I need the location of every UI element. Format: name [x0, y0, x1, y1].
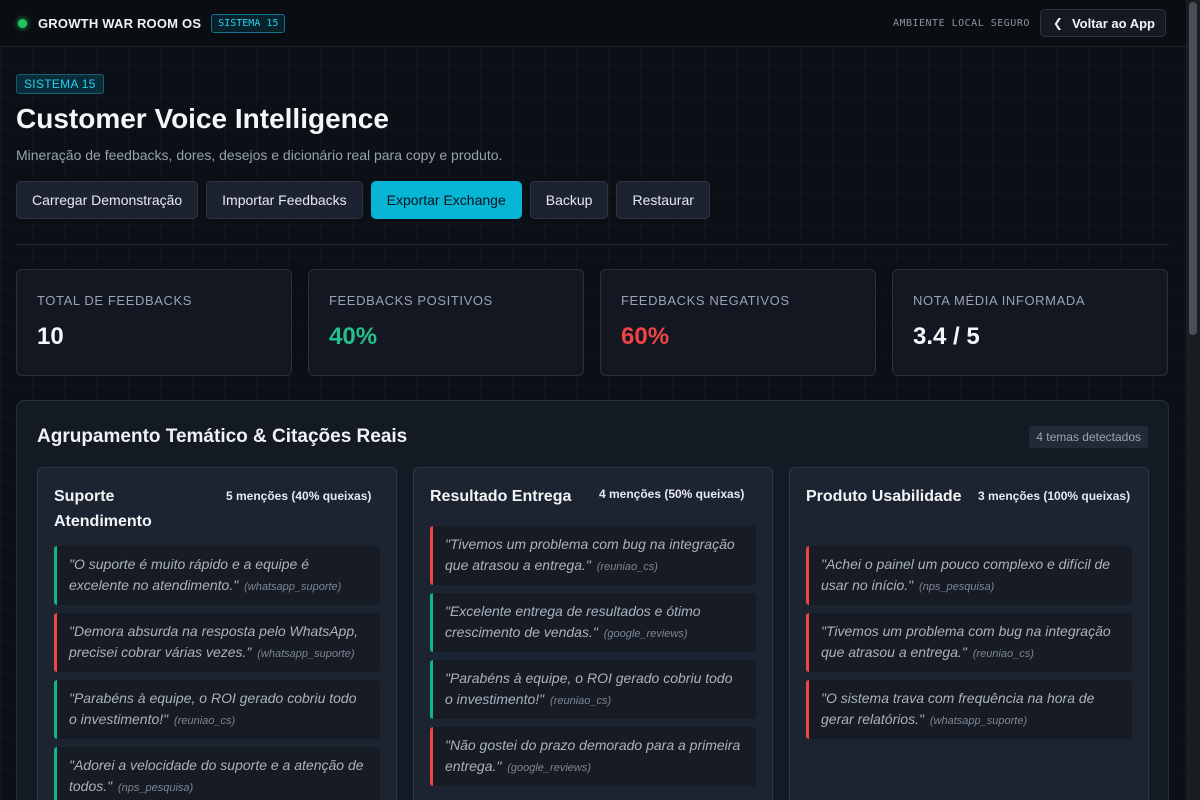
- app-title: GROWTH WAR ROOM OS: [38, 15, 202, 31]
- quote-item: "Achei o painel um pouco complexo e difí…: [806, 546, 1132, 605]
- theme-name: Suporte Atendimento: [54, 488, 152, 530]
- quote-list: "Tivemos um problema com bug na integraç…: [430, 526, 756, 786]
- quote-source: (google_reviews): [603, 627, 688, 640]
- quote-list: "O suporte é muito rápido e a equipe é e…: [54, 546, 380, 800]
- quote-item: "Parabéns à equipe, o ROI gerado cobriu …: [430, 660, 756, 719]
- theme-mentions: 4 menções (50% queixas): [598, 487, 745, 501]
- quote-item: "Não gostei do prazo demorado para a pri…: [430, 727, 756, 786]
- page-title: Customer Voice Intelligence: [16, 103, 389, 134]
- quote-text: "Tivemos um problema com bug na integraç…: [821, 623, 1111, 660]
- quote-source: (reuniao_cs): [596, 560, 658, 573]
- system-badge: SISTEMA 15: [211, 13, 286, 33]
- quote-source: (whatsapp_suporte): [929, 714, 1028, 727]
- system-pill: SISTEMA 15: [16, 74, 104, 94]
- status-dot-icon: [18, 18, 27, 28]
- thematic-grouping-panel: Agrupamento Temático & Citações Reais 4 …: [16, 400, 1169, 800]
- quote-item: "Tivemos um problema com bug na integraç…: [806, 613, 1132, 672]
- themes-count-badge: 4 temas detectados: [1029, 426, 1148, 448]
- stat-label: FEEDBACKS POSITIVOS: [329, 293, 493, 308]
- theme-card: Resultado Entrega 4 menções (50% queixas…: [413, 467, 773, 800]
- quote-item: "O sistema trava com frequência na hora …: [806, 680, 1132, 739]
- quote-item: "Excelente entrega de resultados e ótimo…: [430, 593, 756, 652]
- quote-text: "Adorei a velocidade do suporte e a aten…: [69, 757, 364, 794]
- topbar-right: AMBIENTE LOCAL SEGURO ❮ Voltar ao App: [893, 9, 1166, 37]
- theme-header: Suporte Atendimento 5 menções (40% queix…: [54, 484, 380, 534]
- stat-label: FEEDBACKS NEGATIVOS: [621, 293, 790, 308]
- environment-label: AMBIENTE LOCAL SEGURO: [892, 17, 1030, 29]
- stat-card-positive: FEEDBACKS POSITIVOS 40%: [308, 269, 584, 376]
- divider: [16, 244, 1169, 245]
- stat-card-negative: FEEDBACKS NEGATIVOS 60%: [600, 269, 876, 376]
- restore-button[interactable]: Restaurar: [616, 181, 710, 219]
- quote-item: "Parabéns à equipe, o ROI gerado cobriu …: [54, 680, 380, 739]
- quote-item: "Demora absurda na resposta pelo WhatsAp…: [54, 613, 380, 672]
- top-bar: GROWTH WAR ROOM OS SISTEMA 15 AMBIENTE L…: [0, 0, 1186, 47]
- scrollbar-thumb[interactable]: [1189, 2, 1197, 335]
- quote-source: (whatsapp_suporte): [244, 580, 342, 593]
- page-subtitle: Mineração de feedbacks, dores, desejos e…: [16, 147, 503, 163]
- back-to-app-button[interactable]: ❮ Voltar ao App: [1039, 9, 1166, 37]
- stat-card-average-rating: NOTA MÉDIA INFORMADA 3.4 / 5: [892, 269, 1168, 376]
- theme-mentions: 3 menções (100% queixas): [978, 489, 1131, 503]
- stat-label: NOTA MÉDIA INFORMADA: [913, 293, 1086, 308]
- theme-header: Produto Usabilidade 3 menções (100% quei…: [806, 484, 1132, 534]
- quote-text: "Não gostei do prazo demorado para a pri…: [445, 737, 741, 774]
- quote-source: (nps_pesquisa): [118, 781, 194, 794]
- stat-label: TOTAL DE FEEDBACKS: [37, 293, 193, 308]
- load-demo-button[interactable]: Carregar Demonstração: [16, 181, 199, 219]
- quote-source: (reuniao_cs): [972, 647, 1034, 660]
- back-to-app-label: Voltar ao App: [1071, 15, 1155, 31]
- quote-source: (google_reviews): [507, 761, 591, 774]
- quote-item: "Adorei a velocidade do suporte e a aten…: [54, 747, 380, 800]
- theme-card: Suporte Atendimento 5 menções (40% queix…: [37, 467, 397, 800]
- quote-source: (reuniao_cs): [550, 694, 612, 707]
- quote-list: "Achei o painel um pouco complexo e difí…: [806, 546, 1132, 739]
- stat-value: 40%: [329, 323, 378, 350]
- chevron-left-icon: ❮: [1052, 16, 1063, 30]
- theme-card: Produto Usabilidade 3 menções (100% quei…: [789, 467, 1149, 800]
- theme-header: Resultado Entrega 4 menções (50% queixas…: [430, 484, 756, 524]
- theme-name: Produto Usabilidade: [806, 488, 962, 505]
- stats-row: TOTAL DE FEEDBACKS 10 FEEDBACKS POSITIVO…: [16, 269, 1168, 376]
- quote-source: (nps_pesquisa): [919, 580, 995, 593]
- stat-value: 60%: [621, 323, 670, 350]
- theme-mentions: 5 menções (40% queixas): [226, 489, 372, 503]
- action-bar: Carregar Demonstração Importar Feedbacks…: [16, 181, 710, 219]
- themes-grid: Suporte Atendimento 5 menções (40% queix…: [37, 467, 1149, 800]
- stat-value: 10: [37, 323, 64, 350]
- scrollbar-track[interactable]: [1186, 0, 1200, 800]
- quote-source: (whatsapp_suporte): [257, 647, 355, 660]
- stat-value: 3.4 / 5: [913, 323, 980, 350]
- theme-name: Resultado Entrega: [430, 488, 572, 505]
- quote-text: "Tivemos um problema com bug na integraç…: [445, 536, 735, 573]
- panel-title: Agrupamento Temático & Citações Reais: [37, 426, 408, 447]
- import-feedbacks-button[interactable]: Importar Feedbacks: [206, 181, 363, 219]
- quote-item: "Tivemos um problema com bug na integraç…: [430, 526, 756, 585]
- quote-item: "O suporte é muito rápido e a equipe é e…: [54, 546, 380, 605]
- backup-button[interactable]: Backup: [529, 181, 609, 219]
- quote-source: (reuniao_cs): [174, 714, 236, 727]
- export-exchange-button[interactable]: Exportar Exchange: [370, 181, 522, 219]
- stat-card-total: TOTAL DE FEEDBACKS 10: [16, 269, 292, 376]
